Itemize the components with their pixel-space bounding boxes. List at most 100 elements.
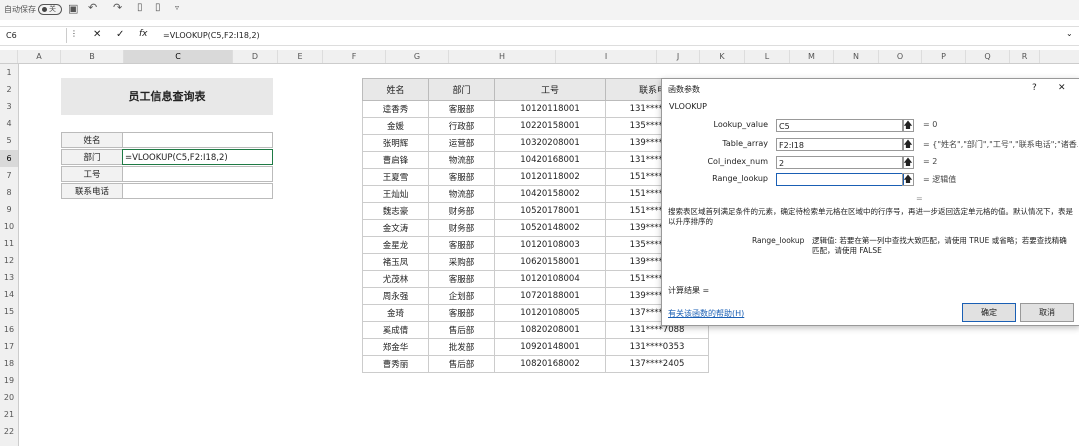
table-cell[interactable]: 10120108004 xyxy=(494,270,606,288)
table-cell[interactable]: 客服部 xyxy=(428,100,495,118)
range-picker-icon[interactable]: 🡅 xyxy=(902,173,914,186)
row-header-6[interactable]: 6 xyxy=(0,149,18,167)
range-picker-icon[interactable]: 🡅 xyxy=(902,138,914,151)
close-icon[interactable]: ✕ xyxy=(1058,83,1066,93)
table-cell[interactable]: 10820168002 xyxy=(494,355,606,373)
autosave-toggle[interactable]: 关 xyxy=(38,4,62,15)
table-cell[interactable]: 10420168001 xyxy=(494,151,606,169)
table-cell[interactable]: 137****2405 xyxy=(605,355,709,373)
row-header-22[interactable]: 22 xyxy=(0,423,18,440)
table-cell[interactable]: 张明辉 xyxy=(362,134,429,152)
column-header-B[interactable]: B xyxy=(61,50,124,63)
table-cell[interactable]: 尤茂林 xyxy=(362,270,429,288)
table-cell[interactable]: 10120118001 xyxy=(494,100,606,118)
formula-input[interactable]: =VLOOKUP(C5,F2:I18,2) xyxy=(163,28,260,43)
table-cell[interactable]: 周永强 xyxy=(362,287,429,305)
row-header-9[interactable]: 9 xyxy=(0,201,18,218)
insert-function-icon[interactable]: fx xyxy=(139,29,148,39)
row-header-7[interactable]: 7 xyxy=(0,167,18,184)
column-header-H[interactable]: H xyxy=(449,50,556,63)
table-cell[interactable]: 10120118002 xyxy=(494,168,606,186)
table-cell[interactable]: 批发部 xyxy=(428,338,495,356)
row-header-21[interactable]: 21 xyxy=(0,406,18,423)
table-cell[interactable]: 10620158001 xyxy=(494,253,606,271)
column-header-P[interactable]: P xyxy=(922,50,966,63)
row-header-19[interactable]: 19 xyxy=(0,372,18,389)
name-box[interactable]: C6 xyxy=(2,28,67,43)
table-cell[interactable]: 金文涛 xyxy=(362,219,429,237)
enter-icon[interactable]: ✓ xyxy=(116,29,124,40)
row-header-8[interactable]: 8 xyxy=(0,184,18,201)
row-header-13[interactable]: 13 xyxy=(0,269,18,286)
table-cell[interactable]: 奚成倩 xyxy=(362,321,429,339)
column-header-K[interactable]: K xyxy=(700,50,745,63)
column-header-G[interactable]: G xyxy=(386,50,449,63)
table-cell[interactable]: 魏志豪 xyxy=(362,202,429,220)
table-cell[interactable]: 10920148001 xyxy=(494,338,606,356)
table-cell[interactable]: 10720188001 xyxy=(494,287,606,305)
arg-input[interactable]: 2 xyxy=(776,156,904,169)
table-cell[interactable]: 企划部 xyxy=(428,287,495,305)
row-header-15[interactable]: 15 xyxy=(0,303,18,320)
column-header-D[interactable]: D xyxy=(233,50,278,63)
dept-formula-cell[interactable]: =VLOOKUP(C5,F2:I18,2) xyxy=(122,149,273,165)
id-cell[interactable] xyxy=(122,166,273,182)
column-header-E[interactable]: E xyxy=(278,50,323,63)
row-header-17[interactable]: 17 xyxy=(0,338,18,355)
column-header-R[interactable]: R xyxy=(1010,50,1040,63)
row-header-16[interactable]: 16 xyxy=(0,321,18,338)
row-header-18[interactable]: 18 xyxy=(0,355,18,372)
save-icon[interactable]: ▣ xyxy=(68,2,78,15)
row-header-2[interactable]: 2 xyxy=(0,81,18,98)
phone-cell[interactable] xyxy=(122,183,273,199)
table-cell[interactable]: 财务部 xyxy=(428,202,495,220)
expand-formula-bar-icon[interactable]: ⌄ xyxy=(1066,29,1073,38)
table-cell[interactable]: 逵香秀 xyxy=(362,100,429,118)
table-cell[interactable]: 郑金华 xyxy=(362,338,429,356)
column-header-C[interactable]: C xyxy=(124,50,233,63)
table-cell[interactable]: 客服部 xyxy=(428,236,495,254)
table-cell[interactable]: 褚玉凤 xyxy=(362,253,429,271)
cancel-icon[interactable]: ✕ xyxy=(93,29,101,40)
column-header-I[interactable]: I xyxy=(556,50,657,63)
table-cell[interactable]: 10120108003 xyxy=(494,236,606,254)
table-cell[interactable]: 王夏雪 xyxy=(362,168,429,186)
range-picker-icon[interactable]: 🡅 xyxy=(902,119,914,132)
table-cell[interactable]: 物流部 xyxy=(428,185,495,203)
table-cell[interactable]: 金星龙 xyxy=(362,236,429,254)
row-header-1[interactable]: 1 xyxy=(0,64,18,81)
table-cell[interactable]: 采购部 xyxy=(428,253,495,271)
table-cell[interactable]: 10520178001 xyxy=(494,202,606,220)
row-header-20[interactable]: 20 xyxy=(0,389,18,406)
column-header-Q[interactable]: Q xyxy=(966,50,1010,63)
row-header-4[interactable]: 4 xyxy=(0,115,18,132)
arg-input[interactable]: C5 xyxy=(776,119,904,132)
col-header-id[interactable]: 工号 xyxy=(494,78,606,101)
table-cell[interactable]: 曹秀丽 xyxy=(362,355,429,373)
redo-icon[interactable]: ↷ xyxy=(113,1,122,14)
table-cell[interactable]: 10820208001 xyxy=(494,321,606,339)
column-header-L[interactable]: L xyxy=(745,50,790,63)
column-header-M[interactable]: M xyxy=(790,50,834,63)
table-cell[interactable]: 金媛 xyxy=(362,117,429,135)
table-cell[interactable]: 财务部 xyxy=(428,219,495,237)
col-header-name[interactable]: 姓名 xyxy=(362,78,429,101)
table-cell[interactable]: 曹启锋 xyxy=(362,151,429,169)
cancel-button[interactable]: 取消 xyxy=(1020,303,1074,322)
row-header-5[interactable]: 5 xyxy=(0,132,18,149)
table-cell[interactable]: 10520148002 xyxy=(494,219,606,237)
customize-qat-icon[interactable]: ▿ xyxy=(175,3,179,12)
table-cell[interactable]: 物流部 xyxy=(428,151,495,169)
table-cell[interactable]: 行政部 xyxy=(428,117,495,135)
input-name-cell[interactable] xyxy=(122,132,273,148)
name-box-dropdown-icon[interactable]: ⋮ xyxy=(70,29,78,38)
ok-button[interactable]: 确定 xyxy=(962,303,1016,322)
row-header-3[interactable]: 3 xyxy=(0,98,18,115)
table-cell[interactable]: 金琦 xyxy=(362,304,429,322)
arg-input[interactable]: F2:I18 xyxy=(776,138,904,151)
table-cell[interactable]: 10420158002 xyxy=(494,185,606,203)
range-picker-icon[interactable]: 🡅 xyxy=(902,156,914,169)
column-header-A[interactable]: A xyxy=(18,50,61,63)
column-header-J[interactable]: J xyxy=(657,50,700,63)
table-cell[interactable]: 客服部 xyxy=(428,168,495,186)
